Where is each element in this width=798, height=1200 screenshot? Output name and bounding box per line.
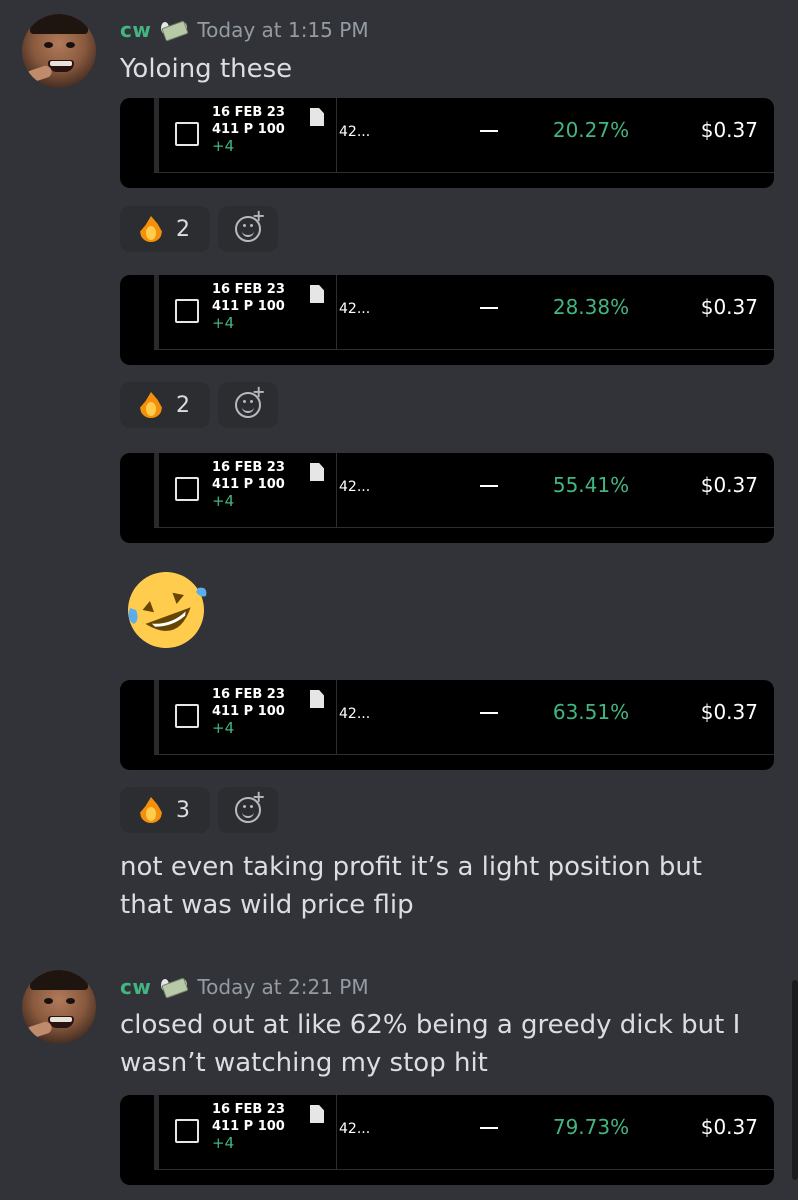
- plus-icon: +: [252, 382, 266, 401]
- timestamp: Today at 2:21 PM: [197, 975, 369, 999]
- contract-delta: +4: [212, 1134, 235, 1152]
- price: $0.37: [700, 473, 758, 497]
- add-reaction-button[interactable]: [218, 787, 278, 833]
- gain-percent: 63.51%: [552, 700, 630, 724]
- dash-separator: [480, 130, 498, 132]
- contract-info: 16 FEB 23 411 P 100 +4: [212, 686, 285, 737]
- trade-card[interactable]: 16 FEB 23 411 P 100 +4 42... 55.41% $0.3…: [120, 453, 774, 543]
- timestamp: Today at 1:15 PM: [197, 18, 369, 42]
- fire-reaction[interactable]: 3: [120, 787, 210, 833]
- contract-label: 411 P 100: [212, 299, 285, 314]
- add-reaction-button[interactable]: [218, 206, 278, 252]
- reaction-count: 2: [176, 216, 190, 242]
- price: $0.37: [700, 1115, 758, 1139]
- money-with-wings-icon: [161, 977, 190, 999]
- dash-separator: [480, 1127, 498, 1129]
- order-code: 42...: [339, 124, 371, 140]
- fire-icon: [140, 392, 162, 418]
- document-icon: [310, 463, 324, 481]
- message-text: closed out at like 62% being a greedy di…: [120, 1010, 741, 1078]
- order-code: 42...: [339, 706, 371, 722]
- reaction-count: 2: [176, 392, 190, 418]
- document-icon: [310, 108, 324, 126]
- checkbox[interactable]: [175, 299, 199, 323]
- expiry-date: 16 FEB 23: [212, 282, 285, 297]
- fire-reaction[interactable]: 2: [120, 382, 210, 428]
- trade-card[interactable]: 16 FEB 23 411 P 100 +4 42... 63.51% $0.3…: [120, 680, 774, 770]
- message-header: cw Today at 1:15 PM: [120, 18, 369, 42]
- username[interactable]: cw: [120, 18, 151, 42]
- message-text: Yoloing these: [120, 54, 293, 84]
- checkbox[interactable]: [175, 1119, 199, 1143]
- username[interactable]: cw: [120, 975, 151, 999]
- contract-delta: +4: [212, 492, 235, 510]
- contract-delta: +4: [212, 137, 235, 155]
- contract-info: 16 FEB 23 411 P 100 +4: [212, 1101, 285, 1152]
- gain-percent: 28.38%: [552, 295, 630, 319]
- user-avatar[interactable]: [22, 14, 96, 88]
- contract-delta: +4: [212, 719, 235, 737]
- user-avatar[interactable]: [22, 970, 96, 1044]
- reaction-count: 3: [176, 797, 190, 823]
- contract-label: 411 P 100: [212, 122, 285, 137]
- price: $0.37: [700, 700, 758, 724]
- money-with-wings-icon: [161, 20, 190, 42]
- contract-info: 16 FEB 23 411 P 100 +4: [212, 459, 285, 510]
- checkbox[interactable]: [175, 477, 199, 501]
- order-code: 42...: [339, 1121, 371, 1137]
- contract-label: 411 P 100: [212, 477, 285, 492]
- checkbox[interactable]: [175, 704, 199, 728]
- message-header: cw Today at 2:21 PM: [120, 975, 369, 999]
- checkbox[interactable]: [175, 122, 199, 146]
- fire-icon: [140, 216, 162, 242]
- trade-card[interactable]: 16 FEB 23 411 P 100 +4 42... 28.38% $0.3…: [120, 275, 774, 365]
- order-code: 42...: [339, 301, 371, 317]
- dash-separator: [480, 307, 498, 309]
- contract-label: 411 P 100: [212, 704, 285, 719]
- expiry-date: 16 FEB 23: [212, 1102, 285, 1117]
- gain-percent: 55.41%: [552, 473, 630, 497]
- dash-separator: [480, 485, 498, 487]
- trade-card[interactable]: 16 FEB 23 411 P 100 +4 42... 20.27% $0.3…: [120, 98, 774, 188]
- plus-icon: +: [252, 206, 266, 225]
- expiry-date: 16 FEB 23: [212, 460, 285, 475]
- fire-reaction[interactable]: 2: [120, 206, 210, 252]
- contract-label: 411 P 100: [212, 1119, 285, 1134]
- price: $0.37: [700, 295, 758, 319]
- contract-info: 16 FEB 23 411 P 100 +4: [212, 104, 285, 155]
- add-reaction-button[interactable]: [218, 382, 278, 428]
- document-icon: [310, 285, 324, 303]
- message-text: not even taking profit it’s a light posi…: [120, 852, 702, 920]
- expiry-date: 16 FEB 23: [212, 105, 285, 120]
- rofl-emoji-icon: [128, 572, 207, 648]
- dash-separator: [480, 712, 498, 714]
- trade-card[interactable]: 16 FEB 23 411 P 100 +4 42... 79.73% $0.3…: [120, 1095, 774, 1185]
- scrollbar[interactable]: [792, 980, 798, 1180]
- order-code: 42...: [339, 479, 371, 495]
- contract-info: 16 FEB 23 411 P 100 +4: [212, 281, 285, 332]
- gain-percent: 79.73%: [552, 1115, 630, 1139]
- gain-percent: 20.27%: [552, 118, 630, 142]
- contract-delta: +4: [212, 314, 235, 332]
- document-icon: [310, 690, 324, 708]
- document-icon: [310, 1105, 324, 1123]
- plus-icon: +: [252, 787, 266, 806]
- expiry-date: 16 FEB 23: [212, 687, 285, 702]
- fire-icon: [140, 797, 162, 823]
- price: $0.37: [700, 118, 758, 142]
